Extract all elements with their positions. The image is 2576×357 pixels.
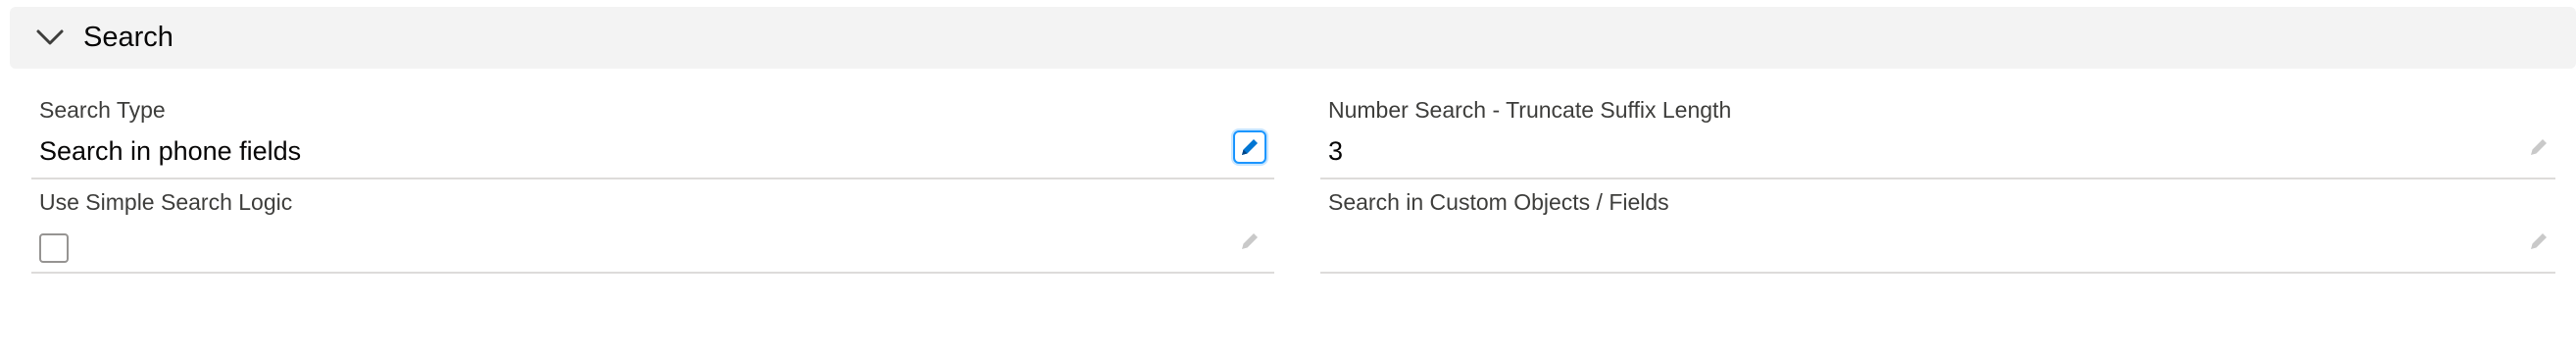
edit-search-type-button[interactable] <box>1233 130 1266 164</box>
edit-truncate-suffix-button[interactable] <box>2522 130 2555 164</box>
section-header-search[interactable]: Search <box>10 7 2576 69</box>
field-label: Use Simple Search Logic <box>39 189 293 215</box>
field-value: 3 <box>1328 136 1344 166</box>
chevron-down-icon <box>36 29 64 45</box>
section-title: Search <box>83 22 173 53</box>
field-search-custom-objects: Search in Custom Objects / Fields <box>1320 182 2555 274</box>
field-label: Number Search - Truncate Suffix Length <box>1328 97 1732 123</box>
field-divider <box>31 178 1274 179</box>
pencil-icon <box>2531 233 2547 249</box>
simple-search-logic-checkbox[interactable] <box>39 233 69 263</box>
search-settings-panel: Search Search Type Search in phone field… <box>0 0 2576 357</box>
field-use-simple-search-logic: Use Simple Search Logic <box>31 182 1274 274</box>
edit-custom-objects-button[interactable] <box>2522 225 2555 258</box>
field-divider <box>1320 178 2555 179</box>
field-label: Search in Custom Objects / Fields <box>1328 189 1669 215</box>
field-divider <box>31 272 1274 274</box>
pencil-icon <box>1242 233 1258 249</box>
pencil-icon <box>1242 139 1258 155</box>
field-label: Search Type <box>39 97 166 123</box>
field-search-type: Search Type Search in phone fields <box>31 88 1274 179</box>
field-divider <box>1320 272 2555 274</box>
pencil-icon <box>2531 139 2547 155</box>
edit-simple-search-logic-button[interactable] <box>1233 225 1266 258</box>
field-value: Search in phone fields <box>39 136 302 166</box>
field-truncate-suffix-length: Number Search - Truncate Suffix Length 3 <box>1320 88 2555 179</box>
